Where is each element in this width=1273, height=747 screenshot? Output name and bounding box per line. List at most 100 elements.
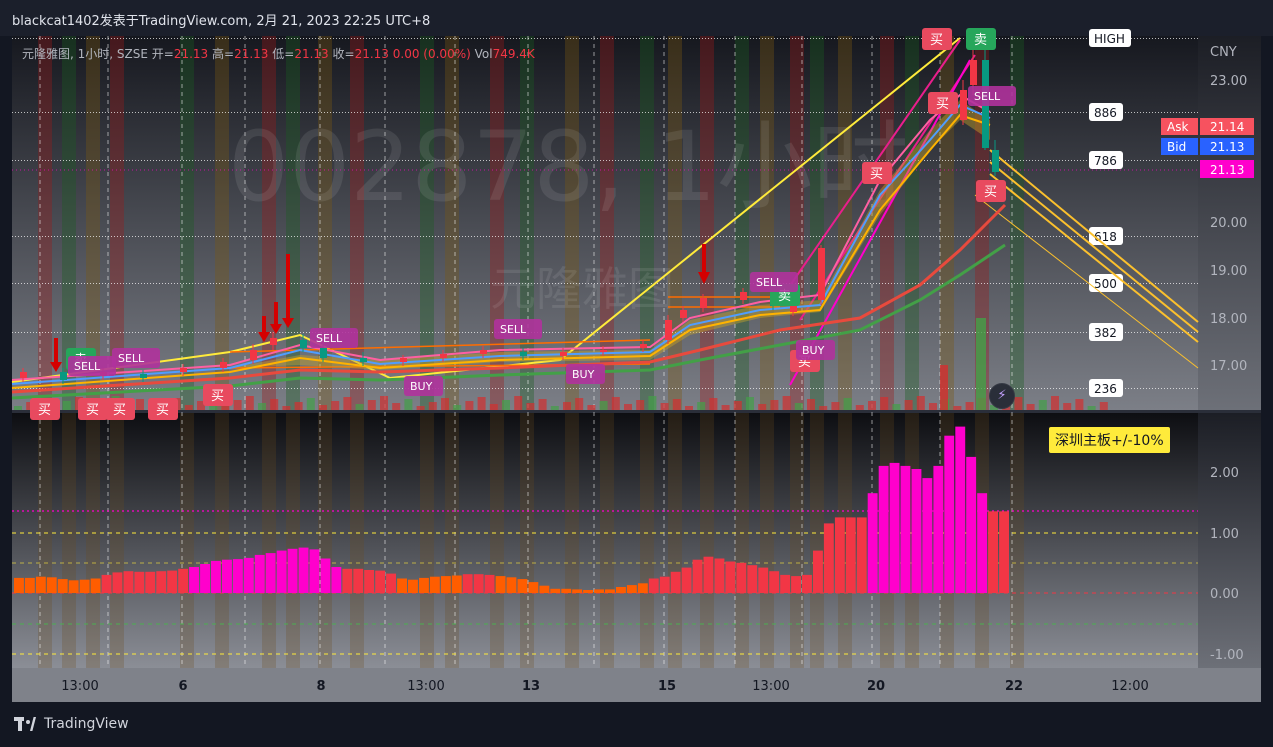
volume-bar [538, 399, 547, 410]
candle-body [960, 90, 967, 120]
volume-bar [648, 396, 657, 410]
volume-bar [270, 399, 279, 410]
histogram-bar [616, 587, 626, 594]
histogram-bar [309, 549, 320, 593]
sell-label: SELL [316, 332, 343, 345]
candle-body [818, 248, 825, 300]
histogram-bar [692, 559, 703, 593]
candle-body [320, 348, 327, 358]
ohlc-legend: 元隆雅图, 1小时, SZSE 开=21.13 高=21.13 低=21.13 … [22, 47, 535, 61]
histogram-bar [933, 465, 944, 593]
histogram-bar [977, 493, 988, 593]
histogram-bar [900, 465, 911, 593]
bg-band-sub [735, 413, 749, 668]
price-tick: 20.00 [1210, 216, 1247, 231]
volume-bar [746, 397, 754, 410]
histogram-bar [594, 589, 604, 593]
volume-bar [587, 405, 596, 410]
volume-bar [721, 405, 730, 410]
histogram-bar [769, 571, 780, 593]
volume-bar [477, 397, 486, 410]
histogram-bar [178, 568, 189, 593]
histogram-bar [112, 572, 123, 593]
time-tick: 12:00 [1111, 679, 1148, 694]
histogram-bar [725, 561, 736, 593]
volume-bar [514, 396, 523, 410]
buy-marker: 买 [930, 33, 943, 48]
volume-bar [697, 402, 706, 410]
histogram-bar [845, 517, 856, 593]
histogram-bar [506, 577, 517, 593]
last-price: 21.13 [1210, 163, 1244, 177]
histogram-bar [484, 574, 495, 593]
histogram-bar [944, 435, 955, 593]
volume-spike [976, 318, 986, 410]
histogram-bar [189, 567, 199, 593]
candle-body [680, 310, 687, 318]
lightning-icon[interactable]: ⚡ [989, 383, 1015, 409]
histogram-bar [714, 558, 725, 593]
volume-bar [416, 406, 425, 410]
bg-band-sub [668, 413, 682, 668]
fib-label-500: 500 [1094, 277, 1117, 291]
volume-bar [770, 400, 779, 410]
bg-band-sub [700, 413, 714, 668]
candle-body [970, 60, 977, 85]
histogram-bar [145, 571, 156, 593]
buy-label: BUY [572, 368, 595, 381]
candle-body [665, 320, 672, 340]
histogram-bar [364, 570, 375, 593]
histogram-bar [232, 559, 243, 593]
histogram-bar [659, 576, 670, 593]
volume-bar [1063, 403, 1072, 410]
chart-canvas[interactable]: 002878, 1小时 元隆雅图 HIGH 886 786 618 500 382 236 [0, 0, 1273, 747]
volume-bar [367, 400, 376, 410]
volume-bar [563, 402, 571, 410]
candle-body [520, 352, 527, 356]
sell-label: SELL [74, 360, 101, 373]
volume-bar [1087, 406, 1096, 410]
histogram-bar [90, 578, 101, 593]
histogram-bar [856, 517, 867, 593]
histogram-bar [758, 567, 769, 593]
histogram-bar [375, 570, 386, 593]
candle-body [360, 358, 367, 362]
histogram-bar [222, 559, 232, 593]
time-tick: 13:00 [61, 679, 98, 694]
candle-body [600, 350, 607, 352]
histogram-bar [57, 579, 68, 593]
volume-bar [526, 403, 535, 410]
histogram-bar [24, 577, 35, 593]
bg-band [760, 36, 774, 410]
volume-bar [636, 400, 645, 410]
histogram-bar [243, 557, 254, 593]
tradingview-logo-icon [14, 717, 38, 731]
ask-label: Ask [1167, 120, 1188, 134]
volume-bar [1026, 404, 1035, 410]
histogram-bar [440, 576, 451, 593]
volume-bar [904, 400, 913, 410]
histogram-bar [101, 574, 112, 593]
fib-label-618: 618 [1094, 230, 1117, 244]
volume-bar [880, 397, 889, 410]
fib-label-382: 382 [1094, 326, 1117, 340]
watermark-symbol: 002878, 1小时 [228, 111, 909, 223]
candle-body [140, 374, 147, 378]
volume-bar [502, 400, 510, 410]
histogram-bar [473, 574, 484, 593]
buy-marker: 买 [156, 403, 169, 418]
histogram-bar [583, 590, 593, 593]
price-tick: 17.00 [1210, 359, 1247, 374]
time-tick: 6 [178, 679, 187, 694]
volume-bar [807, 399, 815, 410]
histogram-bar [539, 585, 550, 593]
histogram-bar [167, 570, 178, 593]
footer-brand[interactable]: TradingView [14, 716, 129, 732]
volume-bar [916, 396, 925, 410]
volume-bar [465, 401, 474, 410]
sell-label: SELL [500, 323, 527, 336]
bg-band-sub [445, 413, 459, 668]
histogram-bar [397, 578, 407, 593]
volume-bar [733, 401, 742, 410]
buy-marker: 买 [984, 185, 997, 200]
